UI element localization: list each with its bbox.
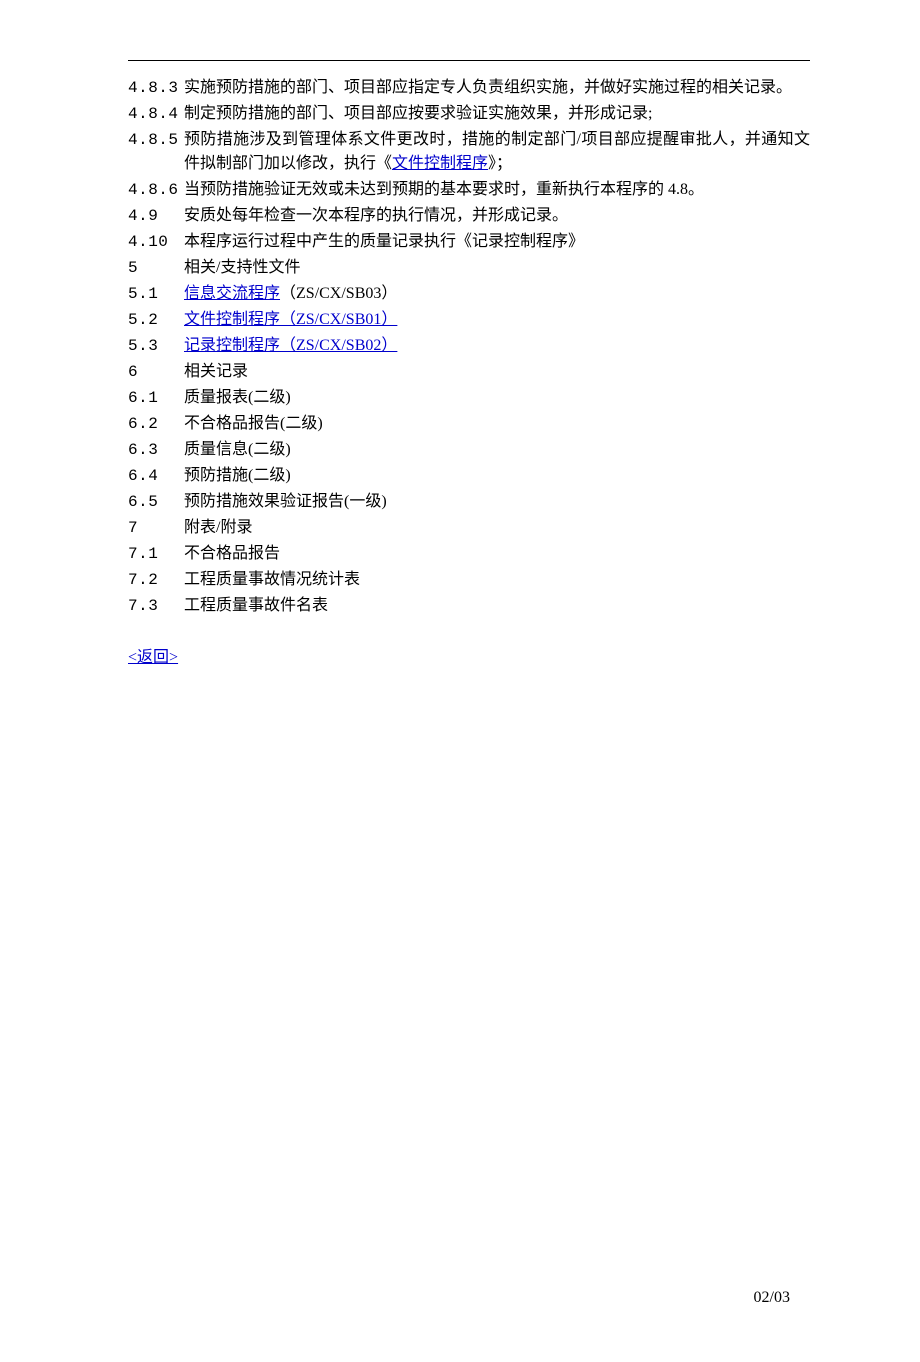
item-number: 5.2 (128, 308, 184, 332)
text-post: 》； (488, 155, 512, 172)
item-text: 当预防措施验证无效或未达到预期的基本要求时，重新执行本程序的 4.8。 (184, 178, 810, 202)
item-number: 7.3 (128, 594, 184, 618)
doc-link[interactable]: 文件控制程序（ZS/CX/SB01） (184, 311, 397, 328)
list-item: 6 相关记录 (128, 360, 810, 384)
item-number: 4.9 (128, 204, 184, 228)
list-item: 4.10 本程序运行过程中产生的质量记录执行《记录控制程序》 (128, 230, 810, 254)
list-item: 6.1 质量报表(二级) (128, 386, 810, 410)
item-number: 4.10 (128, 230, 184, 254)
item-text: 预防措施(二级) (184, 464, 810, 488)
list-item: 6.5 预防措施效果验证报告(一级) (128, 490, 810, 514)
item-text: 本程序运行过程中产生的质量记录执行《记录控制程序》 (184, 230, 810, 254)
item-text: 质量信息(二级) (184, 438, 810, 462)
doc-link[interactable]: 记录控制程序（ZS/CX/SB02） (184, 337, 397, 354)
item-number: 4.8.6 (128, 178, 184, 202)
item-text: 相关/支持性文件 (184, 256, 810, 280)
list-item: 5.1 信息交流程序（ZS/CX/SB03） (128, 282, 810, 306)
item-text: 预防措施效果验证报告(一级) (184, 490, 810, 514)
item-text: 预防措施涉及到管理体系文件更改时，措施的制定部门/项目部应提醒审批人，并通知文件… (184, 128, 810, 176)
item-text: 文件控制程序（ZS/CX/SB01） (184, 308, 810, 332)
item-text: 信息交流程序（ZS/CX/SB03） (184, 282, 810, 306)
document-page: 4.8.3 实施预防措施的部门、项目部应指定专人负责组织实施，并做好实施过程的相… (128, 60, 810, 670)
back-link[interactable]: <返回> (128, 649, 178, 666)
list-item: 7 附表/附录 (128, 516, 810, 540)
item-number: 5 (128, 256, 184, 280)
item-number: 6.5 (128, 490, 184, 514)
list-item: 6.4 预防措施(二级) (128, 464, 810, 488)
item-number: 4.8.4 (128, 102, 184, 126)
list-item: 7.3 工程质量事故件名表 (128, 594, 810, 618)
back-link-row: <返回> (128, 646, 810, 670)
doc-link[interactable]: 文件控制程序 (392, 155, 488, 172)
item-number: 6.4 (128, 464, 184, 488)
item-number: 7.2 (128, 568, 184, 592)
item-number: 5.1 (128, 282, 184, 306)
item-text: 质量报表(二级) (184, 386, 810, 410)
item-text: 工程质量事故情况统计表 (184, 568, 810, 592)
item-number: 5.3 (128, 334, 184, 358)
doc-link[interactable]: 信息交流程序 (184, 285, 280, 302)
item-text: 制定预防措施的部门、项目部应按要求验证实施效果，并形成记录; (184, 102, 810, 126)
item-number: 6 (128, 360, 184, 384)
list-item: 4.8.6 当预防措施验证无效或未达到预期的基本要求时，重新执行本程序的 4.8… (128, 178, 810, 202)
list-item: 5.2 文件控制程序（ZS/CX/SB01） (128, 308, 810, 332)
list-item: 5.3 记录控制程序（ZS/CX/SB02） (128, 334, 810, 358)
list-item: 5 相关/支持性文件 (128, 256, 810, 280)
item-text: 不合格品报告 (184, 542, 810, 566)
item-text: 实施预防措施的部门、项目部应指定专人负责组织实施，并做好实施过程的相关记录。 (184, 76, 810, 100)
item-number: 4.8.3 (128, 76, 184, 100)
list-item: 7.1 不合格品报告 (128, 542, 810, 566)
list-item: 7.2 工程质量事故情况统计表 (128, 568, 810, 592)
list-item: 6.2 不合格品报告(二级) (128, 412, 810, 436)
page-number: 02/03 (754, 1286, 790, 1310)
item-text: 相关记录 (184, 360, 810, 384)
item-number: 6.2 (128, 412, 184, 436)
content: 4.8.3 实施预防措施的部门、项目部应指定专人负责组织实施，并做好实施过程的相… (128, 76, 810, 670)
item-text: 记录控制程序（ZS/CX/SB02） (184, 334, 810, 358)
list-item: 6.3 质量信息(二级) (128, 438, 810, 462)
list-item: 4.9 安质处每年检查一次本程序的执行情况，并形成记录。 (128, 204, 810, 228)
item-number: 6.3 (128, 438, 184, 462)
item-number: 4.8.5 (128, 128, 184, 152)
item-number: 7 (128, 516, 184, 540)
item-number: 6.1 (128, 386, 184, 410)
item-text: 安质处每年检查一次本程序的执行情况，并形成记录。 (184, 204, 810, 228)
item-text: 工程质量事故件名表 (184, 594, 810, 618)
item-text: 附表/附录 (184, 516, 810, 540)
item-number: 7.1 (128, 542, 184, 566)
item-text: 不合格品报告(二级) (184, 412, 810, 436)
text-post: （ZS/CX/SB03） (280, 285, 397, 302)
list-item: 4.8.5 预防措施涉及到管理体系文件更改时，措施的制定部门/项目部应提醒审批人… (128, 128, 810, 176)
list-item: 4.8.3 实施预防措施的部门、项目部应指定专人负责组织实施，并做好实施过程的相… (128, 76, 810, 100)
list-item: 4.8.4 制定预防措施的部门、项目部应按要求验证实施效果，并形成记录; (128, 102, 810, 126)
